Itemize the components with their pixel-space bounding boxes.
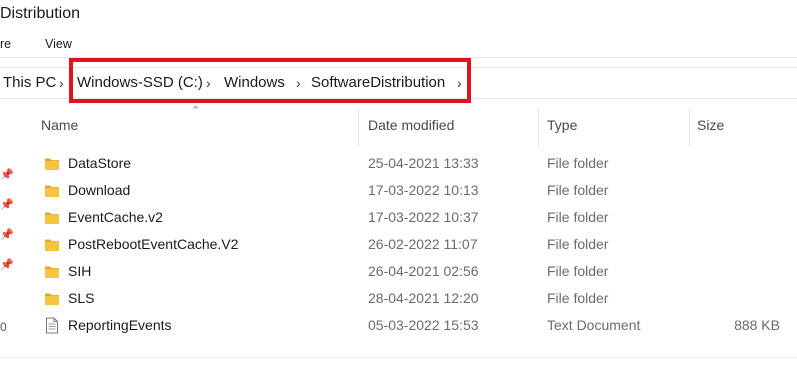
file-name[interactable]: SLS [68,290,94,306]
folder-icon [44,290,60,307]
file-date-modified: 17-03-2022 10:13 [368,182,479,198]
folder-icon [44,263,60,280]
sort-ascending-icon: ⌃ [191,105,201,117]
file-row[interactable]: SLS 28-04-2021 12:20 File folder [0,285,797,312]
window-title: Distribution [0,5,81,22]
file-date-modified: 05-03-2022 15:53 [368,317,479,333]
file-type: Text Document [547,317,641,333]
file-date-modified: 26-02-2022 11:07 [368,236,478,252]
file-name[interactable]: DataStore [68,155,131,171]
file-date-modified: 17-03-2022 10:37 [368,209,479,225]
file-row[interactable]: ReportingEvents 05-03-2022 15:53 Text Docu… [0,312,797,339]
file-row[interactable]: SIH 26-04-2021 02:56 File folder [0,258,797,285]
folder-icon [44,182,60,199]
file-name[interactable]: PostRebootEventCache.V2 [68,236,238,252]
folder-icon [44,155,60,172]
text-document-icon [44,317,60,334]
file-type: File folder [547,290,609,306]
file-name[interactable]: EventCache.v2 [68,209,163,225]
annotation-highlight-box [69,58,471,103]
list-bottom-edge [0,357,797,358]
column-divider[interactable] [358,108,359,146]
file-name[interactable]: ReportingEvents [68,317,172,333]
column-header-size[interactable]: Size [697,117,724,133]
file-row[interactable]: EventCache.v2 17-03-2022 10:37 File folder [0,204,797,231]
file-row[interactable]: PostRebootEventCache.V2 26-02-2022 11:07 F… [0,231,797,258]
chevron-right-icon[interactable]: › [59,75,64,91]
file-type: File folder [547,209,609,225]
breadcrumb-this-pc[interactable]: This PC [3,74,56,91]
file-type: File folder [547,263,609,279]
file-name[interactable]: SIH [68,263,91,279]
folder-icon [44,236,60,253]
file-size: 888 KB [734,317,780,333]
column-divider[interactable] [689,108,690,146]
column-header-type[interactable]: Type [547,117,577,133]
file-row[interactable]: DataStore 25-04-2021 13:33 File folder [0,150,797,177]
column-header-name[interactable]: Name [41,117,78,133]
file-row[interactable]: Download 17-03-2022 10:13 File folder [0,177,797,204]
column-header-date-modified[interactable]: Date modified [368,117,454,133]
file-date-modified: 28-04-2021 12:20 [368,290,479,306]
folder-icon [44,209,60,226]
file-type: File folder [547,155,609,171]
file-type: File folder [547,236,609,252]
menu-item-share[interactable]: re [0,37,11,51]
column-divider[interactable] [538,108,539,146]
file-name[interactable]: Download [68,182,130,198]
file-type: File folder [547,182,609,198]
file-date-modified: 26-04-2021 02:56 [368,263,479,279]
file-date-modified: 25-04-2021 13:33 [368,155,479,171]
menu-item-view[interactable]: View [45,37,72,51]
